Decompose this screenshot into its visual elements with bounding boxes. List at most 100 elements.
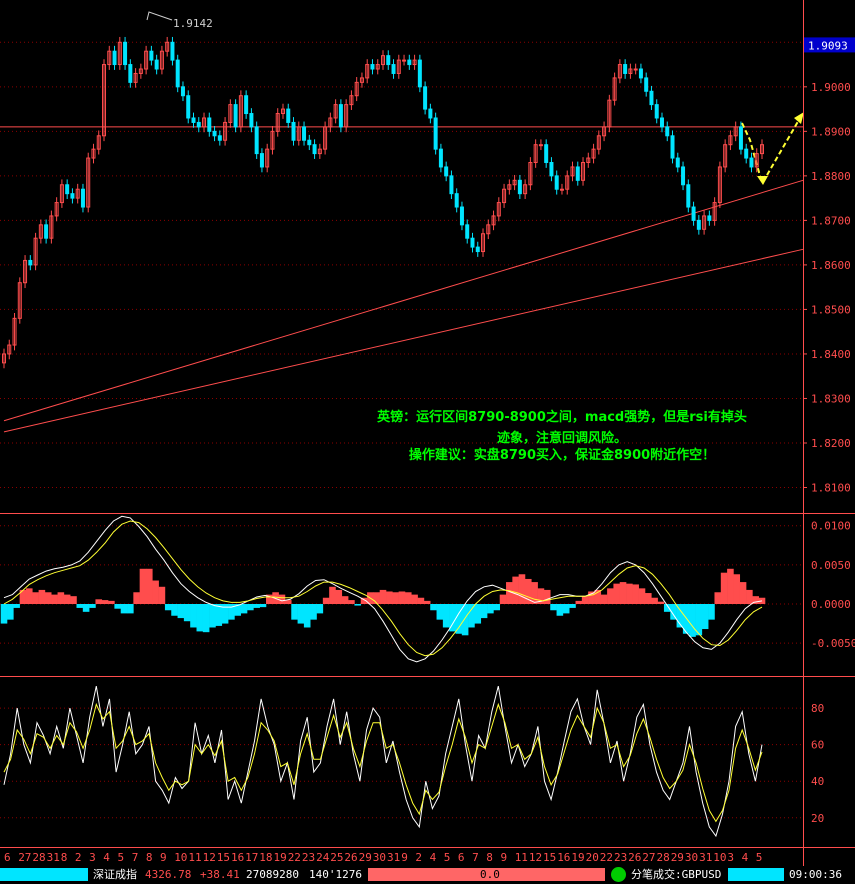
date-tick-label: 19 xyxy=(274,851,287,864)
macd-hist-bar xyxy=(607,588,614,604)
macd-hist-bar xyxy=(127,604,134,614)
macd-hist-bar xyxy=(51,594,58,604)
date-tick-label: 10 xyxy=(174,851,187,864)
date-tick-label: 23 xyxy=(614,851,627,864)
candle-body xyxy=(391,64,396,74)
candle-body xyxy=(112,50,117,66)
status-circle-icon[interactable] xyxy=(611,867,626,882)
center-value: 0.0 xyxy=(480,868,500,881)
date-tick-label: 8 xyxy=(61,851,68,864)
macd-hist-bar xyxy=(354,604,362,606)
macd-hist-bar xyxy=(423,600,431,604)
candle-body xyxy=(402,59,407,62)
date-tick-label: 26 xyxy=(628,851,641,864)
macd-hist-bar xyxy=(278,594,286,604)
candle-body xyxy=(370,64,375,70)
macd-hist-bar xyxy=(474,604,482,624)
macd-hist-bar xyxy=(25,588,33,604)
date-tick-label: 12 xyxy=(529,851,542,864)
date-tick-label: 11 xyxy=(188,851,201,864)
macd-hist-bar xyxy=(398,591,406,604)
rsi-tick-label: 40 xyxy=(811,775,824,788)
macd-hist-bar xyxy=(600,594,608,604)
status-bar: 深证成指 4326.78 +38.41 27089280 140'1276 0.… xyxy=(0,866,855,884)
date-axis: 6 27 28 31 8 2 3 4 5 7 8 9 10 11 12 15 16 17 18 19 22 23 24 25 2… xyxy=(4,851,762,864)
date-tick-label: 3 xyxy=(89,851,96,864)
macd-hist-bar xyxy=(209,604,216,628)
tick-label[interactable]: 分笔成交:GBPUSD xyxy=(631,868,721,882)
candle-body xyxy=(659,117,664,128)
macd-hist-bar xyxy=(518,574,526,604)
candle-body xyxy=(175,59,180,88)
date-tick-label: 6 xyxy=(458,851,465,864)
date-tick-label: 25 xyxy=(330,851,343,864)
candle-body xyxy=(575,166,580,181)
macd-hist-bar xyxy=(297,604,305,624)
candle-body xyxy=(517,179,522,195)
macd-hist-bar xyxy=(550,604,557,611)
macd-hist-bar xyxy=(455,604,463,634)
macd-hist-bar xyxy=(196,604,204,632)
candle-body xyxy=(259,153,264,168)
date-tick-label: 30 xyxy=(685,851,698,864)
macd-hist-bar xyxy=(430,604,437,611)
macd-hist-bar xyxy=(708,604,715,620)
macd-hist-bar xyxy=(133,592,140,604)
candle-body xyxy=(28,259,33,266)
candle-body xyxy=(475,246,480,253)
date-tick-label: 15 xyxy=(217,851,230,864)
macd-hist-bar xyxy=(158,586,166,604)
macd-hist-bar xyxy=(436,604,444,620)
macd-hist-bar xyxy=(404,592,412,604)
macd-hist-bar xyxy=(562,604,570,614)
macd-hist-bar xyxy=(101,600,109,604)
macd-hist-bar xyxy=(63,594,71,604)
macd-tick-label: 0.0050 xyxy=(811,559,851,572)
macd-tick-label: -0.0050 xyxy=(811,637,855,650)
macd-hist-bar xyxy=(190,604,197,628)
y-tick-label: 1.8200 xyxy=(811,437,851,450)
macd-hist-bar xyxy=(727,568,734,604)
date-tick-label: 6 xyxy=(4,851,11,864)
macd-hist-bar xyxy=(575,600,583,604)
index-name[interactable]: 深证成指 xyxy=(93,868,137,882)
date-tick-label: 26 xyxy=(344,851,357,864)
macd-hist-bar xyxy=(512,576,519,604)
macd-panel xyxy=(0,515,766,663)
date-tick-label: 10 xyxy=(713,851,726,864)
macd-hist-bar xyxy=(348,600,355,604)
macd-hist-bar xyxy=(411,594,418,604)
y-tick-label: 1.8800 xyxy=(811,170,851,183)
candle-body xyxy=(65,184,70,195)
macd-hist-bar xyxy=(177,604,185,619)
date-tick-label: 16 xyxy=(231,851,244,864)
macd-hist-bar xyxy=(316,604,324,614)
macd-hist-bar xyxy=(89,604,96,608)
macd-hist-bar xyxy=(32,592,39,604)
y-tick-label: 1.8400 xyxy=(811,348,851,361)
date-tick-label: 29 xyxy=(359,851,372,864)
macd-hist-bar xyxy=(506,582,513,604)
candle-body xyxy=(749,157,754,168)
candle-body xyxy=(675,157,680,168)
candle-body xyxy=(186,95,191,119)
date-tick-label: 4 xyxy=(430,851,437,864)
macd-hist-bar xyxy=(386,591,393,604)
macd-hist-bar xyxy=(480,604,488,619)
trendline xyxy=(3,179,804,422)
macd-hist-bar xyxy=(202,604,210,633)
candle-body xyxy=(681,166,686,186)
rsi-panel xyxy=(3,685,763,838)
candle-body xyxy=(191,117,196,123)
macd-hist-bar xyxy=(619,582,627,604)
date-tick-label: 9 xyxy=(501,851,508,864)
candle-body xyxy=(744,148,749,159)
macd-hist-bar xyxy=(247,604,254,611)
index-volume: 27089280 xyxy=(246,868,299,881)
candle-body xyxy=(149,50,154,61)
date-tick-label: 2 xyxy=(75,851,82,864)
date-tick-label: 2 xyxy=(415,851,422,864)
date-tick-label: 5 xyxy=(118,851,125,864)
candle-body xyxy=(470,237,475,248)
candle-body xyxy=(449,175,454,195)
